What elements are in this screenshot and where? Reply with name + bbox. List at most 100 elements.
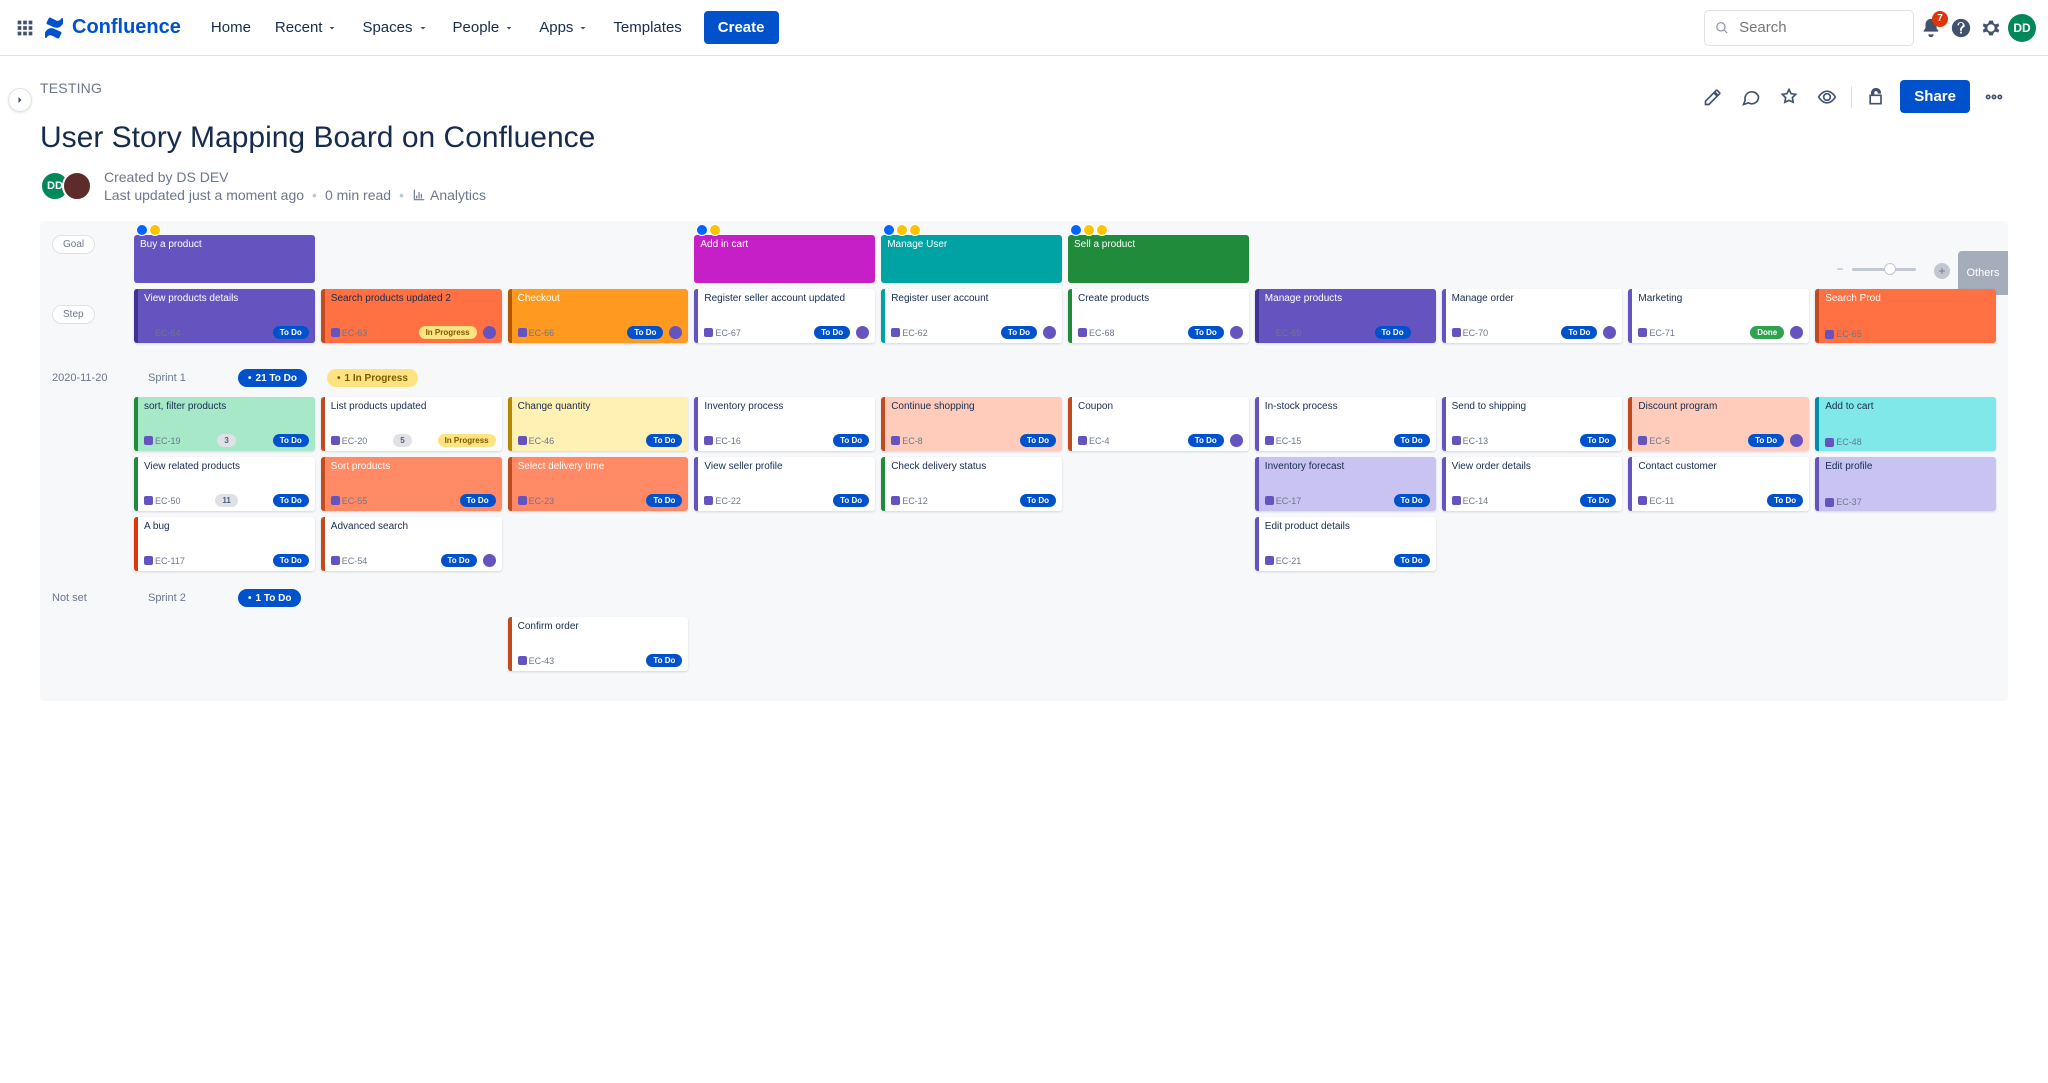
issue-key: EC-16 — [704, 436, 741, 446]
assignee-icons — [136, 224, 161, 236]
story-title: View order details — [1452, 461, 1617, 494]
step-card[interactable]: Checkout EC-66To Do — [508, 289, 689, 343]
confluence-logo[interactable]: Confluence — [42, 16, 181, 40]
app-switcher-icon[interactable] — [12, 15, 38, 41]
read-time: 0 min read — [325, 187, 391, 203]
story-card[interactable]: Discount program EC-5 To Do — [1628, 397, 1809, 451]
status-pill: To Do — [646, 654, 682, 667]
count-badge: 3 — [217, 434, 235, 447]
story-card[interactable]: Sort products EC-55 To Do — [321, 457, 502, 511]
nav-home[interactable]: Home — [201, 13, 261, 42]
chevron-down-icon — [326, 22, 338, 34]
story-title: Contact customer — [1638, 461, 1803, 494]
sprint-chip: 1 To Do — [238, 589, 301, 607]
story-card[interactable]: Edit product details EC-21 To Do — [1255, 517, 1436, 571]
issue-key: EC-5 — [1638, 436, 1670, 446]
issue-key: EC-43 — [518, 656, 555, 666]
story-card[interactable]: Edit profile EC-37 — [1815, 457, 1996, 511]
watch-icon[interactable] — [1813, 83, 1841, 111]
breadcrumb[interactable]: TESTING — [40, 80, 1699, 96]
story-card[interactable]: Contact customer EC-11 To Do — [1628, 457, 1809, 511]
status-pill: To Do — [814, 326, 850, 339]
edit-icon[interactable] — [1699, 83, 1727, 111]
star-icon[interactable] — [1775, 83, 1803, 111]
share-button[interactable]: Share — [1900, 80, 1970, 113]
story-title: Sort products — [331, 461, 496, 494]
nav-spaces[interactable]: Spaces — [352, 13, 438, 42]
story-card[interactable]: Add to cart EC-48 — [1815, 397, 1996, 451]
assignee-avatar — [1230, 326, 1243, 339]
nav-templates[interactable]: Templates — [603, 13, 691, 42]
step-card[interactable]: Search products updated 2 EC-63In Progre… — [321, 289, 502, 343]
story-card[interactable]: Select delivery time EC-23 To Do — [508, 457, 689, 511]
step-title: Register user account — [891, 293, 1056, 326]
story-card[interactable]: View seller profile EC-22 To Do — [694, 457, 875, 511]
story-card[interactable]: Check delivery status EC-12 To Do — [881, 457, 1062, 511]
story-title: Advanced search — [331, 521, 496, 554]
status-pill: To Do — [1001, 326, 1037, 339]
story-title: Send to shipping — [1452, 401, 1617, 434]
step-card[interactable]: Create products EC-68To Do — [1068, 289, 1249, 343]
story-map-board: Goal Step − + Others Buy a productAdd in… — [40, 221, 2008, 701]
status-pill: To Do — [1375, 326, 1411, 339]
step-title: Checkout — [518, 293, 683, 326]
settings-icon[interactable] — [1978, 15, 2004, 41]
step-card[interactable]: View products details EC-64To Do — [134, 289, 315, 343]
create-button[interactable]: Create — [704, 11, 779, 44]
story-card[interactable]: List products updated EC-20 5 In Progres… — [321, 397, 502, 451]
goal-card[interactable]: Manage User — [881, 235, 1062, 283]
step-card[interactable]: Manage order EC-70To Do — [1442, 289, 1623, 343]
story-card[interactable]: A bug EC-117 To Do — [134, 517, 315, 571]
step-title: Create products — [1078, 293, 1243, 326]
goal-card[interactable]: Sell a product — [1068, 235, 1249, 283]
nav-apps[interactable]: Apps — [529, 13, 599, 42]
status-pill: To Do — [273, 326, 309, 339]
step-card[interactable]: Marketing EC-71Done — [1628, 289, 1809, 343]
analytics-link[interactable]: Analytics — [412, 187, 486, 203]
sidebar-expand-button[interactable] — [8, 88, 32, 112]
search-input[interactable] — [1737, 18, 1903, 37]
story-card[interactable]: sort, filter products EC-19 3 To Do — [134, 397, 315, 451]
step-card[interactable]: Manage products EC-69To Do — [1255, 289, 1436, 343]
story-card[interactable]: Send to shipping EC-13 To Do — [1442, 397, 1623, 451]
sprint-header: 2020-11-20Sprint 121 To Do1 In Progress — [52, 357, 1996, 397]
status-pill: To Do — [646, 434, 682, 447]
more-icon[interactable] — [1980, 83, 2008, 111]
global-search[interactable] — [1704, 10, 1914, 46]
zoom-out-icon[interactable]: − — [1834, 263, 1846, 275]
story-card[interactable]: View order details EC-14 To Do — [1442, 457, 1623, 511]
step-card[interactable]: Register user account EC-62To Do — [881, 289, 1062, 343]
story-card[interactable]: Advanced search EC-54 To Do — [321, 517, 502, 571]
assignee-icons — [696, 224, 721, 236]
story-card[interactable]: Change quantity EC-46 To Do — [508, 397, 689, 451]
goal-card[interactable]: Add in cart — [694, 235, 875, 283]
status-pill: To Do — [1748, 434, 1784, 447]
page-actions: Share — [1699, 80, 2008, 113]
story-card[interactable]: Inventory process EC-16 To Do — [694, 397, 875, 451]
contributor-avatar[interactable] — [62, 171, 92, 201]
issue-key: EC-4 — [1078, 436, 1110, 446]
zoom-slider[interactable]: − — [1834, 263, 1916, 275]
status-pill: To Do — [833, 434, 869, 447]
story-card[interactable]: Coupon EC-4 To Do — [1068, 397, 1249, 451]
story-title: Coupon — [1078, 401, 1243, 434]
story-card[interactable]: In-stock process EC-15 To Do — [1255, 397, 1436, 451]
help-icon[interactable] — [1948, 15, 1974, 41]
byline: DD Created by DS DEV Last updated just a… — [40, 169, 2008, 203]
notifications-icon[interactable]: 7 — [1918, 15, 1944, 41]
goal-card[interactable]: Buy a product — [134, 235, 315, 283]
goal-lane-label: Goal — [52, 235, 95, 254]
story-card[interactable]: View related products EC-50 11 To Do — [134, 457, 315, 511]
nav-recent[interactable]: Recent — [265, 13, 349, 42]
story-card[interactable]: Confirm order EC-43 To Do — [508, 617, 689, 671]
step-card[interactable]: Search Prod EC-65 — [1815, 289, 1996, 343]
profile-avatar[interactable]: DD — [2008, 14, 2036, 42]
story-card[interactable]: Continue shopping EC-8 To Do — [881, 397, 1062, 451]
comment-icon[interactable] — [1737, 83, 1765, 111]
story-card[interactable]: Inventory forecast EC-17 To Do — [1255, 457, 1436, 511]
restrictions-icon[interactable] — [1862, 83, 1890, 111]
add-icon[interactable]: + — [1934, 263, 1950, 279]
status-pill: To Do — [1394, 434, 1430, 447]
nav-people[interactable]: People — [443, 13, 526, 42]
step-card[interactable]: Register seller account updated EC-67To … — [694, 289, 875, 343]
